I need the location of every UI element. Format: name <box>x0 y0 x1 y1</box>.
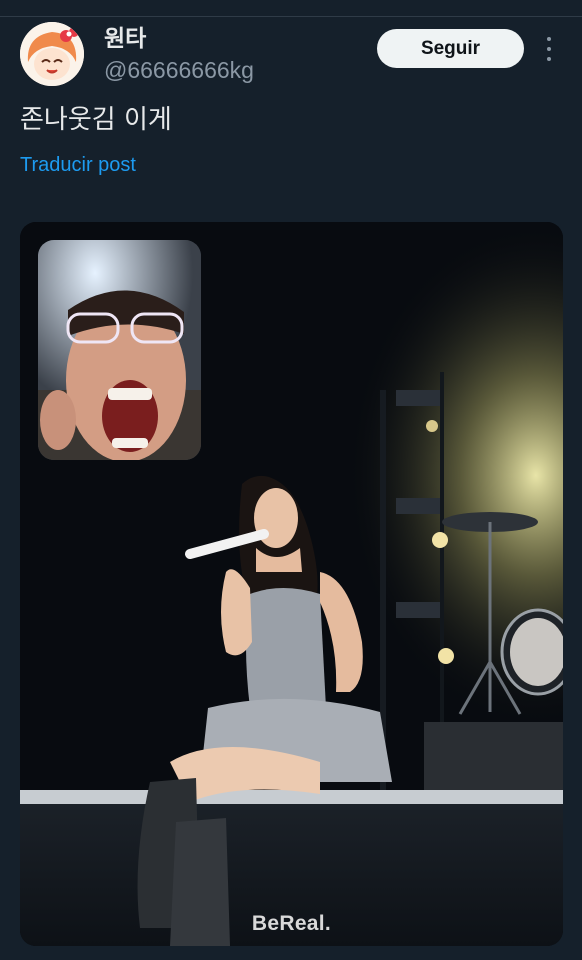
post-media[interactable]: BeReal. <box>20 222 563 946</box>
translate-post-link[interactable]: Traducir post <box>20 151 136 179</box>
bereal-watermark: BeReal. <box>251 912 332 935</box>
follow-button[interactable]: Seguir <box>377 29 524 68</box>
dot <box>547 57 551 61</box>
top-divider <box>0 0 582 17</box>
dot <box>547 37 551 41</box>
avatar-image <box>20 22 84 86</box>
selfie-image <box>38 240 201 460</box>
more-options-icon[interactable] <box>540 33 558 65</box>
post-text: 존나웃김 이게 <box>20 105 172 135</box>
dot <box>547 47 551 51</box>
user-handle[interactable]: @66666666kg <box>104 55 254 85</box>
display-name[interactable]: 원타 <box>104 24 146 54</box>
avatar[interactable] <box>20 22 84 86</box>
bereal-selfie[interactable] <box>38 240 201 460</box>
